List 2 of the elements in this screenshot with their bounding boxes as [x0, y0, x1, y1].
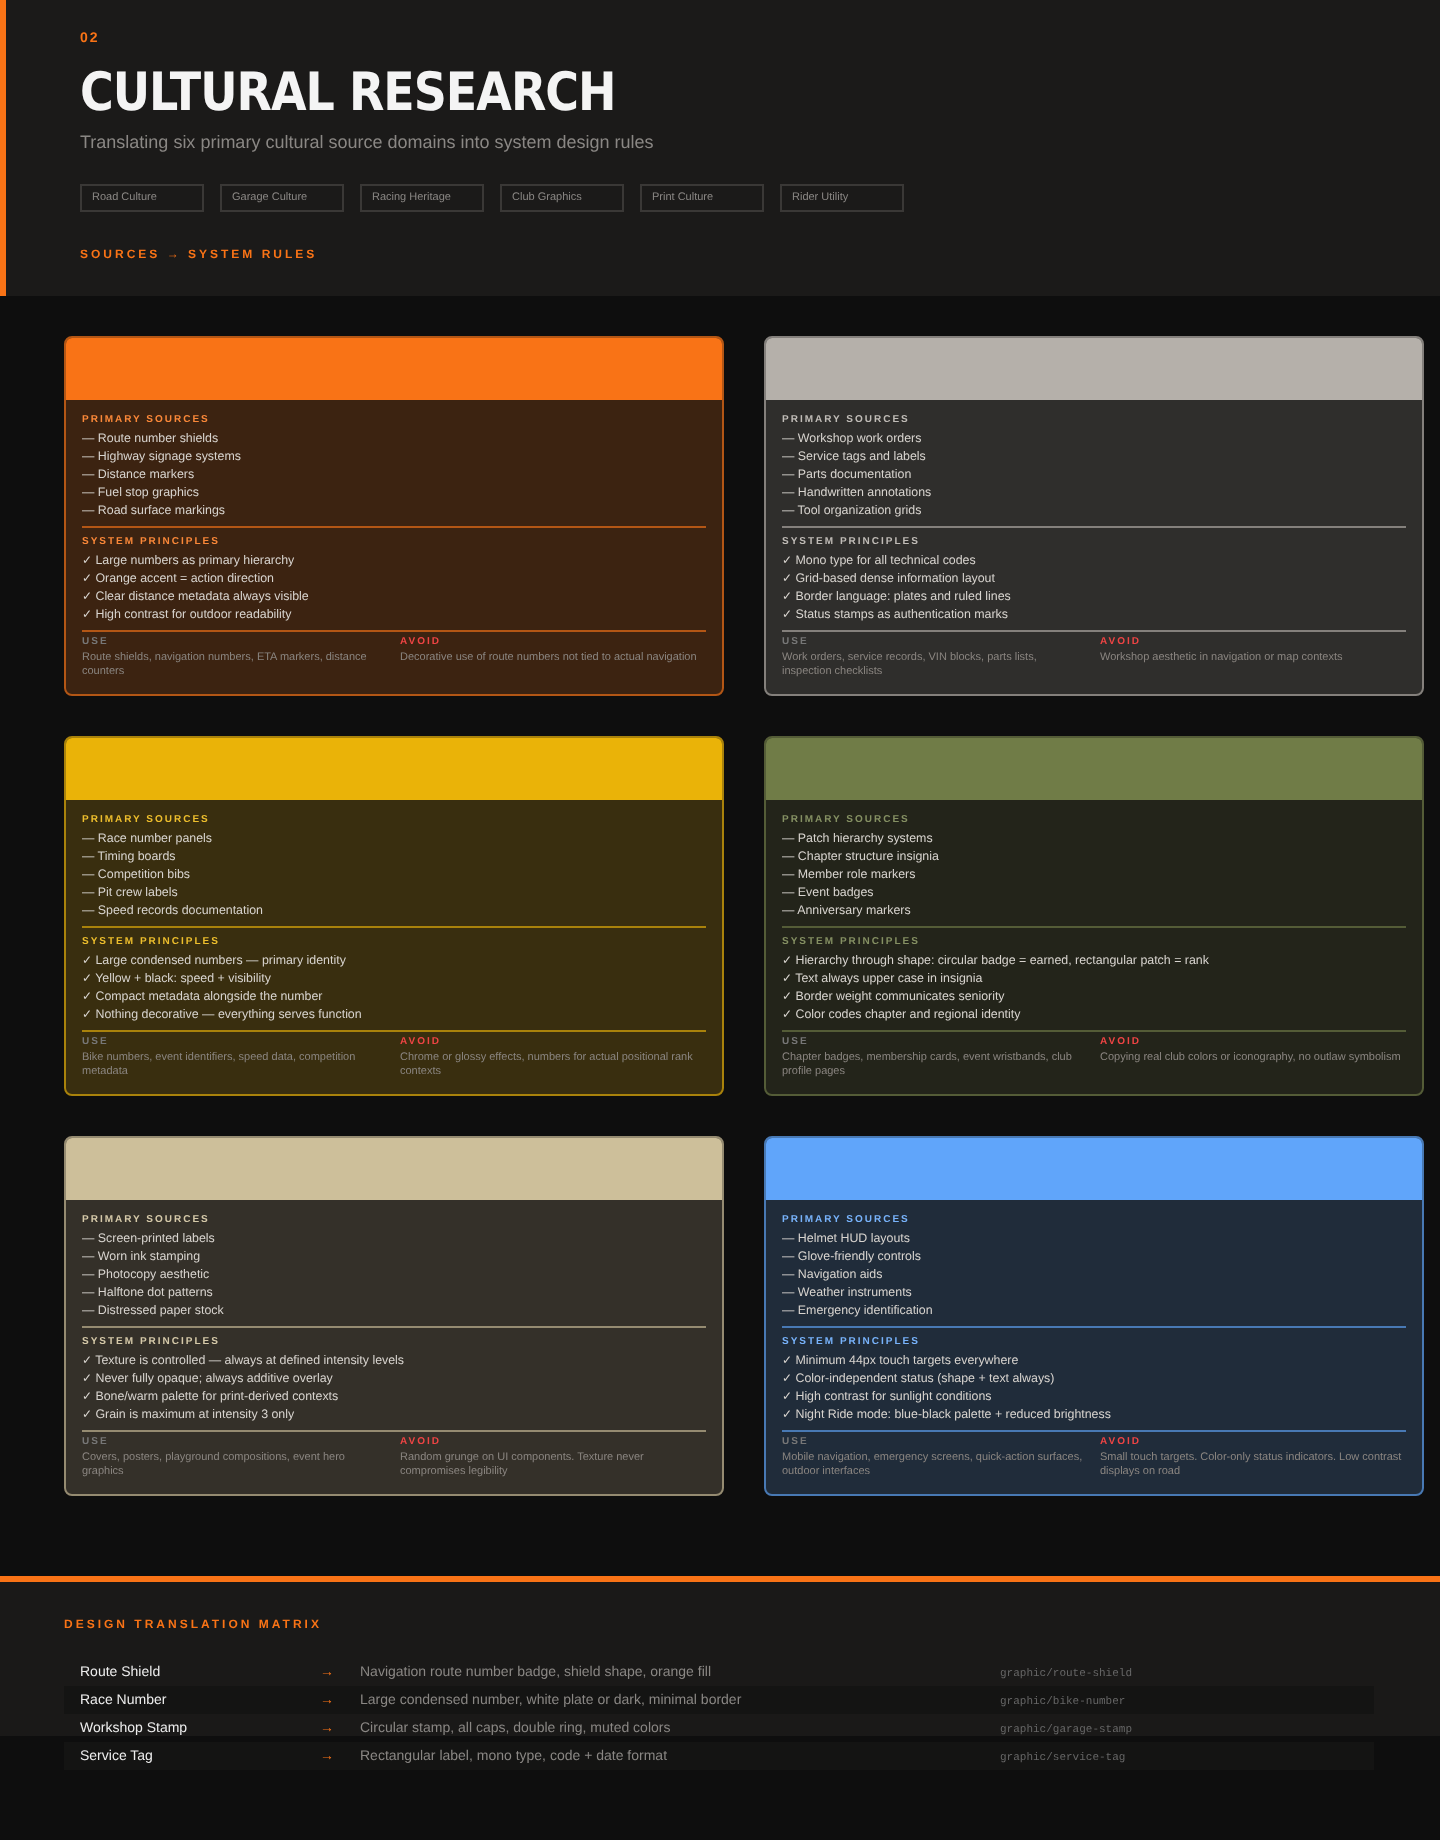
page-title: CULTURAL RESEARCH [80, 64, 616, 124]
subtitle: Translating six primary cultural source domains into system design rules [80, 132, 656, 152]
